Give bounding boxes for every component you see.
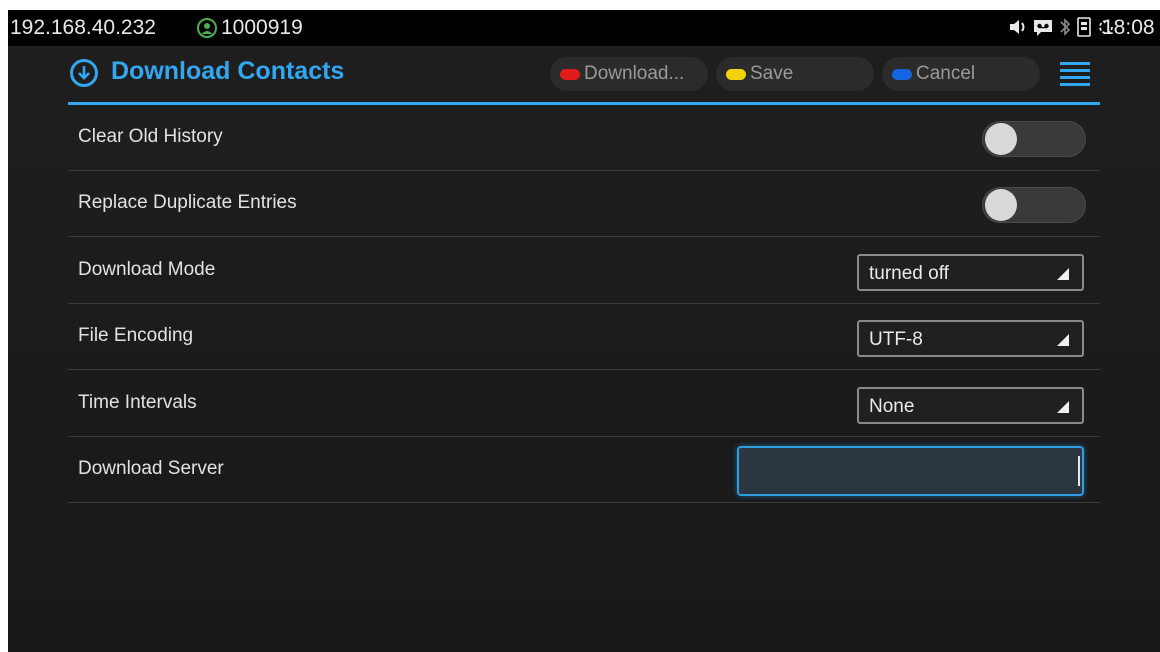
- file-encoding-label: File Encoding: [78, 325, 194, 346]
- row-time-intervals: Time Intervals None: [68, 371, 1100, 437]
- bluetooth-icon: [1060, 18, 1071, 36]
- row-replace-duplicate-entries: Replace Duplicate Entries: [68, 171, 1100, 237]
- dropdown-arrow-icon: [1057, 334, 1069, 346]
- download-mode-value: turned off: [869, 263, 949, 284]
- row-download-mode: Download Mode turned off: [68, 238, 1100, 304]
- dropdown-arrow-icon: [1057, 401, 1069, 413]
- clear-old-history-toggle[interactable]: [982, 121, 1086, 157]
- account-number: 1000919: [221, 16, 303, 39]
- voicemail-icon: [1034, 20, 1052, 36]
- download-server-input[interactable]: [737, 446, 1084, 496]
- toggle-knob: [985, 189, 1017, 221]
- clock: 18:08: [1102, 16, 1155, 39]
- save-button-label: Save: [750, 63, 794, 84]
- phone-screen: 192.168.40.232 1000919 18:08 Download Co…: [8, 10, 1160, 652]
- time-intervals-label: Time Intervals: [78, 392, 197, 413]
- volume-icon: [1010, 20, 1025, 34]
- replace-duplicate-entries-toggle[interactable]: [982, 187, 1086, 223]
- toggle-knob: [985, 123, 1017, 155]
- download-mode-select[interactable]: turned off: [857, 254, 1084, 291]
- row-clear-old-history: Clear Old History: [68, 105, 1100, 171]
- file-encoding-select[interactable]: UTF-8: [857, 320, 1084, 357]
- time-intervals-select[interactable]: None: [857, 387, 1084, 424]
- text-cursor: [1078, 456, 1080, 486]
- download-button-label: Download...: [584, 63, 685, 84]
- red-key-indicator: [560, 69, 580, 80]
- download-server-label: Download Server: [78, 458, 224, 479]
- row-download-server: Download Server: [68, 437, 1100, 503]
- file-encoding-value: UTF-8: [869, 329, 923, 350]
- sim-icon: [1077, 17, 1091, 37]
- person-circle-icon: [197, 18, 217, 38]
- cancel-button-label: Cancel: [916, 63, 976, 84]
- time-intervals-value: None: [869, 396, 915, 417]
- title-bar: Download Contacts Download... Save Cance…: [8, 46, 1160, 106]
- row-file-encoding: File Encoding UTF-8: [68, 304, 1100, 370]
- clear-old-history-label: Clear Old History: [78, 126, 223, 147]
- menu-icon[interactable]: [1060, 62, 1090, 86]
- page-title: Download Contacts: [111, 57, 345, 85]
- cancel-button[interactable]: Cancel: [882, 57, 1040, 91]
- ip-address: 192.168.40.232: [10, 16, 156, 39]
- status-bar: 192.168.40.232 1000919 18:08: [8, 10, 1160, 46]
- download-circle-icon: [70, 59, 98, 87]
- yellow-key-indicator: [726, 69, 746, 80]
- download-button[interactable]: Download...: [550, 57, 708, 91]
- replace-duplicate-entries-label: Replace Duplicate Entries: [78, 192, 297, 213]
- blue-key-indicator: [892, 69, 912, 80]
- download-mode-label: Download Mode: [78, 259, 216, 280]
- dropdown-arrow-icon: [1057, 268, 1069, 280]
- save-button[interactable]: Save: [716, 57, 874, 91]
